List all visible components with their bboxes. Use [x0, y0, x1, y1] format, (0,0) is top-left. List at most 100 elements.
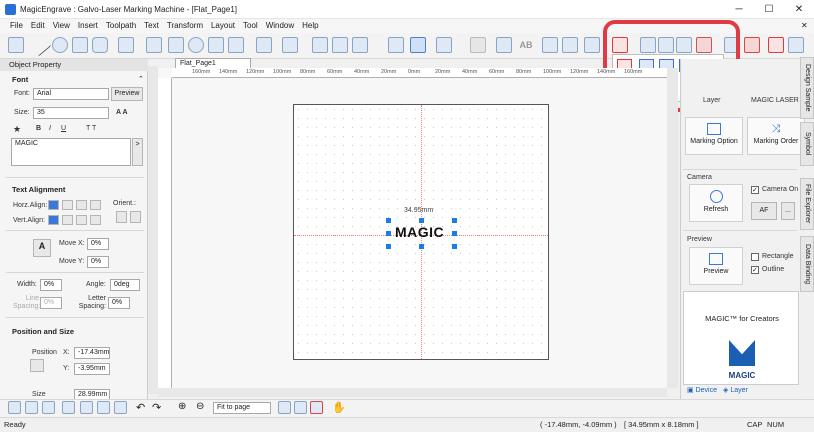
node-icon[interactable]	[388, 37, 404, 53]
angle-input[interactable]: 0deg	[110, 279, 140, 291]
preview-run-button[interactable]: Preview	[689, 247, 743, 285]
underline-icon[interactable]: U	[61, 125, 66, 132]
text-anchor-icon[interactable]: A	[33, 239, 51, 257]
valign-stretch-icon[interactable]	[90, 215, 101, 225]
menu-help[interactable]: Help	[298, 19, 322, 33]
zoom-in-icon[interactable]: ⊕	[178, 401, 186, 412]
menu-tool[interactable]: Tool	[239, 19, 262, 33]
canvas-text-object[interactable]: MAGIC	[395, 224, 444, 240]
x-input[interactable]: -17.43mm	[74, 347, 110, 359]
pan-hand-icon[interactable]: ✋	[332, 401, 346, 414]
device-tab[interactable]: ▣ Device	[687, 386, 717, 394]
y-input[interactable]: -3.95mm	[74, 363, 110, 375]
camera-on-checkbox[interactable]: ✓	[751, 186, 759, 194]
new-file-icon[interactable]	[8, 401, 21, 414]
text-case-icon[interactable]: T T	[86, 125, 96, 132]
minimize-button[interactable]: ─	[724, 0, 754, 19]
bold-icon[interactable]: B	[36, 125, 41, 132]
menu-view[interactable]: View	[49, 19, 74, 33]
zoom-area-icon[interactable]	[310, 401, 323, 414]
save-icon[interactable]	[42, 401, 55, 414]
menu-file[interactable]: File	[0, 19, 27, 33]
menu-window[interactable]: Window	[262, 19, 298, 33]
maximize-button[interactable]: ☐	[754, 0, 784, 19]
zoom-fit-icon[interactable]	[278, 401, 291, 414]
rotate-icon[interactable]	[188, 37, 204, 53]
promo-box[interactable]: MAGIC™ for Creators MAGIC	[683, 291, 799, 385]
selection-handle[interactable]	[452, 218, 457, 223]
selection-handle[interactable]	[386, 244, 391, 249]
group-icon[interactable]	[282, 37, 298, 53]
menu-text[interactable]: Text	[140, 19, 163, 33]
selection-handle[interactable]	[419, 244, 424, 249]
design-page[interactable]: 34.95mm MAGIC	[293, 104, 549, 360]
outline-checkbox[interactable]: ✓	[751, 266, 759, 274]
rectangle-tool-icon[interactable]	[72, 37, 88, 53]
layer-tab[interactable]: ◈ Layer	[723, 386, 748, 394]
zoom-select-icon[interactable]	[294, 401, 307, 414]
side-tab-data-binding[interactable]: Data Binding	[800, 236, 814, 292]
selection-handle[interactable]	[386, 218, 391, 223]
pen-icon[interactable]	[496, 37, 512, 53]
align-icon[interactable]	[256, 37, 272, 53]
move-y-input[interactable]: 0%	[87, 256, 109, 268]
text-ab-icon[interactable]: AB	[516, 37, 536, 53]
align-center-icon[interactable]	[62, 200, 73, 210]
text-tool-icon[interactable]	[436, 37, 452, 53]
barcode-tool-icon[interactable]	[118, 37, 134, 53]
valign-middle-icon[interactable]	[62, 215, 73, 225]
selection-handle[interactable]	[452, 231, 457, 236]
af-button[interactable]: AF	[751, 202, 777, 220]
snap-icon[interactable]	[312, 37, 328, 53]
line-tool-icon[interactable]	[28, 33, 52, 57]
grid-tool-icon[interactable]	[146, 37, 162, 53]
fill-icon[interactable]	[470, 37, 486, 53]
orient-horizontal-icon[interactable]	[116, 211, 127, 223]
cursor-icon[interactable]	[744, 37, 760, 53]
undo-icon[interactable]: ↶	[136, 401, 145, 414]
mirror-icon[interactable]	[168, 37, 184, 53]
zoom-out-icon[interactable]: ⊖	[196, 401, 204, 412]
image2-icon[interactable]	[562, 37, 578, 53]
text-expand-button[interactable]: >	[132, 138, 143, 166]
side-tab-file-explorer[interactable]: File Explorer	[800, 178, 814, 230]
circle-tool-icon[interactable]	[52, 37, 68, 53]
align-left-icon[interactable]	[48, 200, 59, 210]
valign-bottom-icon[interactable]	[76, 215, 87, 225]
array-icon[interactable]	[352, 37, 368, 53]
paste-icon[interactable]	[114, 401, 127, 414]
width-input[interactable]: 0%	[40, 279, 62, 291]
valign-top-icon[interactable]	[48, 215, 59, 225]
close-button[interactable]: ✕	[784, 0, 814, 19]
collapse-icon[interactable]: ⌃	[138, 75, 144, 83]
copy-icon[interactable]	[97, 401, 110, 414]
select-arrow-icon[interactable]	[410, 37, 426, 53]
font-select[interactable]: Arial	[33, 88, 109, 100]
left-scrollbar[interactable]	[148, 66, 158, 394]
selection-handle[interactable]	[386, 231, 391, 236]
canvas-vscroll[interactable]	[667, 68, 678, 388]
menu-insert[interactable]: Insert	[74, 19, 102, 33]
text-content-field[interactable]: MAGIC	[11, 138, 131, 166]
move-x-input[interactable]: 0%	[87, 238, 109, 250]
zoom-select[interactable]: Fit to page	[213, 402, 271, 414]
side-tab-symbol[interactable]: Symbol	[800, 122, 814, 166]
font-size-increase-icon[interactable]: A A	[116, 109, 128, 116]
image-icon[interactable]	[208, 37, 224, 53]
menu-layout[interactable]: Layout	[207, 19, 239, 33]
menu-close-icon[interactable]: ✕	[797, 19, 812, 33]
selection-handle[interactable]	[452, 244, 457, 249]
preview-button[interactable]: Preview	[111, 87, 143, 101]
menu-transform[interactable]: Transform	[163, 19, 207, 33]
side-tab-design-sample[interactable]: Design Sample	[800, 57, 814, 119]
align-justify-icon[interactable]	[90, 200, 101, 210]
text-path-icon[interactable]	[228, 37, 244, 53]
italic-icon[interactable]: I	[49, 125, 51, 132]
size-select[interactable]: 35	[33, 107, 109, 119]
distribute-icon[interactable]	[332, 37, 348, 53]
letter-spacing-input[interactable]: 0%	[108, 297, 130, 309]
open-file-icon[interactable]	[25, 401, 38, 414]
crop-icon[interactable]	[788, 37, 804, 53]
grid-frame-icon[interactable]	[768, 37, 784, 53]
eraser-icon[interactable]	[584, 37, 600, 53]
